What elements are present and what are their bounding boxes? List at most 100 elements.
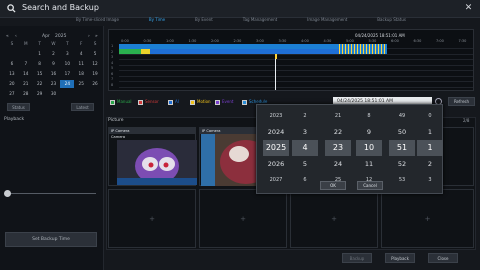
calendar-day[interactable]: 9 bbox=[47, 60, 61, 68]
set-backup-time-button[interactable]: Set Backup Time bbox=[5, 232, 97, 247]
picker-column[interactable]: 21 22 23 24 25 bbox=[325, 108, 351, 188]
calendar-day[interactable]: 5 bbox=[88, 50, 102, 58]
playback-slider-track[interactable] bbox=[8, 193, 96, 194]
camera-tile[interactable]: + bbox=[290, 189, 378, 248]
picker-value[interactable]: 8 bbox=[356, 108, 382, 124]
calendar-day[interactable]: 21 bbox=[19, 80, 33, 88]
calendar-day[interactable]: 30 bbox=[47, 90, 61, 98]
legend-item[interactable]: Manual bbox=[110, 98, 132, 106]
calendar-day[interactable]: 18 bbox=[74, 70, 88, 78]
calendar-day[interactable]: 17 bbox=[60, 70, 74, 78]
legend-item[interactable]: Motion bbox=[190, 98, 211, 106]
picker-value[interactable]: 53 bbox=[389, 172, 415, 188]
calendar-month[interactable]: Apr bbox=[42, 34, 50, 39]
legend-item[interactable]: Event bbox=[215, 98, 233, 106]
picker-column[interactable]: 8 9 10 11 12 bbox=[356, 108, 382, 188]
legend-checkbox[interactable] bbox=[190, 99, 195, 105]
picker-value[interactable]: 2 bbox=[292, 108, 318, 124]
calendar-day[interactable]: 23 bbox=[47, 80, 61, 88]
picker-value[interactable]: 3 bbox=[292, 124, 318, 140]
status-button[interactable]: Status bbox=[7, 103, 30, 111]
calendar-day[interactable]: 29 bbox=[33, 90, 47, 98]
close-icon[interactable]: ✕ bbox=[463, 3, 474, 14]
playback-slider-handle[interactable] bbox=[4, 190, 11, 197]
picker-value[interactable]: 5 bbox=[292, 156, 318, 172]
timeline-row[interactable] bbox=[119, 55, 473, 60]
tab-by-time[interactable]: By Time bbox=[149, 17, 165, 24]
refresh-button[interactable]: Refresh bbox=[448, 97, 475, 106]
tab-by-time-sliced-image[interactable]: By Time-sliced Image bbox=[76, 17, 119, 24]
calendar-day[interactable]: 12 bbox=[88, 60, 102, 68]
calendar-day[interactable]: 10 bbox=[60, 60, 74, 68]
timeline-row[interactable] bbox=[119, 83, 473, 88]
picker-value[interactable]: 2 bbox=[417, 156, 443, 172]
close-button[interactable]: Close bbox=[428, 253, 458, 263]
picker-value[interactable]: 50 bbox=[389, 124, 415, 140]
calendar-day[interactable]: 16 bbox=[47, 70, 61, 78]
calendar-day[interactable]: 28 bbox=[19, 90, 33, 98]
picker-value[interactable]: 21 bbox=[325, 108, 351, 124]
calendar-day[interactable]: 4 bbox=[74, 50, 88, 58]
legend-checkbox[interactable] bbox=[242, 99, 247, 105]
calendar-day[interactable]: 6 bbox=[5, 60, 19, 68]
calendar-year[interactable]: 2025 bbox=[55, 34, 66, 39]
calendar-day[interactable]: 20 bbox=[5, 80, 19, 88]
calendar-day[interactable]: 19 bbox=[88, 70, 102, 78]
next-year-icon[interactable]: » bbox=[95, 34, 98, 39]
timeline[interactable]: 04/24/2025 18:51:01 AM 0:00 0:30 1:00 1:30 2… bbox=[108, 29, 474, 91]
camera-tile[interactable]: IP Camera Camera bbox=[108, 127, 197, 186]
picker-ok-button[interactable]: OK bbox=[320, 181, 346, 190]
picker-value[interactable]: 52 bbox=[389, 156, 415, 172]
legend-item[interactable]: AI bbox=[168, 98, 179, 106]
picker-value[interactable]: 3 bbox=[417, 172, 443, 188]
latest-button[interactable]: Latest bbox=[71, 103, 94, 111]
calendar-day[interactable]: 2 bbox=[47, 50, 61, 58]
calendar-day[interactable]: 11 bbox=[74, 60, 88, 68]
picker-value[interactable]: 2026 bbox=[263, 156, 289, 172]
playback-button[interactable]: Playback bbox=[385, 253, 415, 263]
picker-value[interactable]: 11 bbox=[356, 156, 382, 172]
tab-by-event[interactable]: By Event bbox=[195, 17, 213, 24]
tab-tag-management[interactable]: Tag Management bbox=[243, 17, 277, 24]
picker-value[interactable]: 6 bbox=[292, 172, 318, 188]
calendar-day[interactable]: 8 bbox=[33, 60, 47, 68]
timeline-row[interactable] bbox=[119, 66, 473, 71]
calendar-day[interactable]: 22 bbox=[33, 80, 47, 88]
calendar-day[interactable]: 24 bbox=[60, 80, 75, 88]
picker-value[interactable]: 2024 bbox=[263, 124, 289, 140]
picker-value[interactable]: 2023 bbox=[263, 108, 289, 124]
picker-value[interactable]: 1 bbox=[417, 124, 443, 140]
calendar-day[interactable]: 14 bbox=[19, 70, 33, 78]
picker-value[interactable]: 51 bbox=[389, 140, 415, 156]
picker-value[interactable]: 23 bbox=[325, 140, 351, 156]
picker-column[interactable]: 01123 bbox=[417, 108, 443, 188]
picker-value[interactable]: 24 bbox=[325, 156, 351, 172]
prev-year-icon[interactable]: « bbox=[6, 34, 9, 39]
picker-value[interactable]: 49 bbox=[389, 108, 415, 124]
calendar-day[interactable]: 7 bbox=[19, 60, 33, 68]
legend-item[interactable]: Sensor bbox=[138, 98, 159, 106]
backup-button[interactable]: Backup bbox=[342, 253, 372, 263]
legend-checkbox[interactable] bbox=[110, 99, 115, 105]
timeline-row[interactable] bbox=[119, 72, 473, 77]
picker-value[interactable]: 1 bbox=[417, 140, 443, 156]
calendar-day[interactable]: 25 bbox=[74, 80, 88, 88]
picker-cancel-button[interactable]: Cancel bbox=[357, 181, 383, 190]
timeline-row[interactable] bbox=[119, 77, 473, 82]
camera-tile[interactable]: + bbox=[381, 189, 474, 248]
picker-value[interactable]: 2027 bbox=[263, 172, 289, 188]
calendar-day[interactable]: 13 bbox=[5, 70, 19, 78]
picker-value[interactable]: 10 bbox=[356, 140, 382, 156]
timeline-row[interactable] bbox=[119, 61, 473, 66]
calendar-day[interactable]: 27 bbox=[5, 90, 19, 98]
calendar-day[interactable]: 3 bbox=[60, 50, 74, 58]
picker-value[interactable]: 0 bbox=[417, 108, 443, 124]
picker-value[interactable]: 22 bbox=[325, 124, 351, 140]
picker-value[interactable]: 9 bbox=[356, 124, 382, 140]
tab-image-management[interactable]: Image Management bbox=[307, 17, 347, 24]
calendar-day[interactable]: 26 bbox=[88, 80, 102, 88]
tab-backup-status[interactable]: Backup Status bbox=[377, 17, 406, 24]
calendar-day[interactable]: 1 bbox=[33, 50, 47, 58]
picker-value[interactable]: 4 bbox=[292, 140, 318, 156]
calendar-day[interactable]: 15 bbox=[33, 70, 47, 78]
